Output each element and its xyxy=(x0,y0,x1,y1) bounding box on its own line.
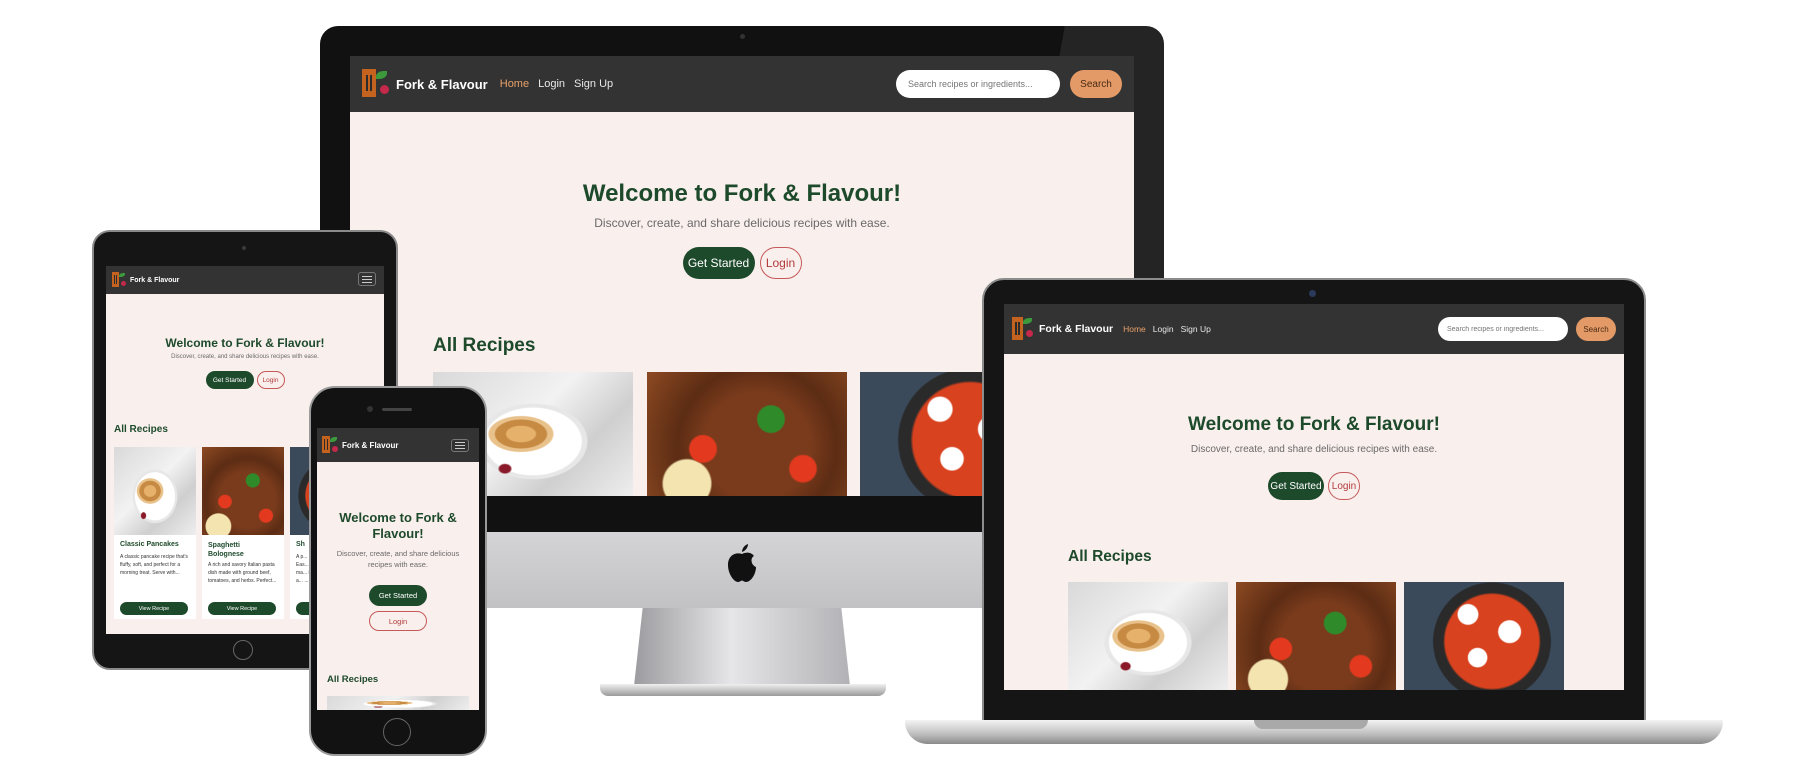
tablet-camera xyxy=(242,246,246,250)
nav-home-link[interactable]: Home xyxy=(500,78,529,90)
hero-login-button[interactable]: Login xyxy=(369,611,427,631)
get-started-button[interactable]: Get Started xyxy=(682,247,755,279)
navbar: Fork & Flavour Home Login Sign Up Search xyxy=(1004,304,1624,354)
nav-links: Home Login Sign Up xyxy=(500,78,613,90)
imac-base xyxy=(600,684,886,696)
hero-login-button[interactable]: Login xyxy=(256,371,285,389)
nav-login-link[interactable]: Login xyxy=(538,78,565,90)
recipe-description: A rich and savory Italian pasta dish mad… xyxy=(208,562,277,584)
recipe-image-bolognese[interactable] xyxy=(647,372,847,496)
get-started-button[interactable]: Get Started xyxy=(205,371,254,389)
phone-website: Fork & Flavour Welcome to Fork & Flavour… xyxy=(317,428,479,710)
hero-subtitle: Discover, create, and share delicious re… xyxy=(171,354,319,360)
apple-logo-icon xyxy=(728,544,756,582)
recipe-title: Spaghetti Bolognese xyxy=(208,542,244,558)
laptop-website: Fork & Flavour Home Login Sign Up Search… xyxy=(1004,304,1624,690)
imac-stand xyxy=(634,608,850,686)
recipe-description: A classic pancake recipe that's fluffy, … xyxy=(120,554,188,576)
brand-logo-icon[interactable] xyxy=(362,69,392,99)
tablet-home-button xyxy=(233,640,253,660)
hero-title: Welcome to Fork & Flavour! xyxy=(1188,414,1440,435)
get-started-button[interactable]: Get Started xyxy=(369,585,427,606)
hamburger-menu-icon[interactable] xyxy=(451,439,469,452)
view-recipe-button[interactable]: View Recipe xyxy=(120,602,188,615)
recipe-image-bolognese[interactable] xyxy=(202,447,284,535)
recipe-card: Spaghetti Bolognese A rich and savory It… xyxy=(202,447,284,619)
imac-camera xyxy=(740,34,745,39)
phone-home-button xyxy=(383,718,411,746)
hero-buttons: Get Started Login xyxy=(350,247,1134,279)
phone-camera xyxy=(367,406,373,412)
hero-subtitle: Discover, create, and share delicious re… xyxy=(336,549,460,569)
recipe-card: Classic Pancakes A classic pancake recip… xyxy=(114,447,196,619)
hero-title: Welcome to Fork & Flavour! xyxy=(339,510,457,541)
hero-subtitle: Discover, create, and share delicious re… xyxy=(1190,444,1438,455)
hamburger-menu-icon[interactable] xyxy=(358,272,376,286)
search-input[interactable] xyxy=(1438,317,1568,341)
recipe-title: Classic Pancakes xyxy=(120,541,179,548)
all-recipes-title: All Recipes xyxy=(327,674,379,685)
recipe-image-bolognese[interactable] xyxy=(1236,582,1396,690)
hero-title: Welcome to Fork & Flavour! xyxy=(582,180,902,207)
nav-links: Home Login Sign Up xyxy=(1123,324,1211,334)
hero-login-button[interactable]: Login xyxy=(759,247,802,279)
recipe-image-pancakes[interactable] xyxy=(1068,582,1228,690)
hero-subtitle: Discover, create, and share delicious re… xyxy=(594,216,890,230)
all-recipes-title: All Recipes xyxy=(114,424,168,435)
phone-speaker xyxy=(382,408,412,411)
hero-login-button[interactable]: Login xyxy=(1328,472,1360,500)
recipe-image-pancakes[interactable] xyxy=(114,447,196,535)
all-recipes-title: All Recipes xyxy=(1068,548,1152,565)
search-button[interactable]: Search xyxy=(1576,317,1616,341)
nav-login-link[interactable]: Login xyxy=(1153,324,1174,334)
brand-logo-icon[interactable] xyxy=(1012,317,1036,341)
hero-title: Welcome to Fork & Flavour! xyxy=(165,336,325,350)
search-input[interactable] xyxy=(896,70,1060,98)
tablet-navbar: Fork & Flavour xyxy=(106,266,384,294)
navbar: Fork & Flavour Home Login Sign Up Search xyxy=(350,56,1134,112)
all-recipes-title: All Recipes xyxy=(433,335,536,356)
nav-signup-link[interactable]: Sign Up xyxy=(574,78,613,90)
get-started-button[interactable]: Get Started xyxy=(1268,472,1324,500)
nav-signup-link[interactable]: Sign Up xyxy=(1181,324,1211,334)
brand-logo-icon[interactable] xyxy=(112,272,128,288)
laptop-opening-notch xyxy=(1254,720,1368,729)
recipe-image-shakshuka[interactable] xyxy=(1404,582,1564,690)
brand-name[interactable]: Fork & Flavour xyxy=(130,277,179,284)
search-button[interactable]: Search xyxy=(1070,70,1122,98)
nav-home-link[interactable]: Home xyxy=(1123,324,1146,334)
brand-name[interactable]: Fork & Flavour xyxy=(396,77,488,92)
hero-buttons: Get Started Login xyxy=(1004,472,1624,500)
recipe-image-pancakes[interactable] xyxy=(327,696,469,710)
brand-logo-icon[interactable] xyxy=(322,436,340,454)
brand-name[interactable]: Fork & Flavour xyxy=(1039,323,1113,335)
view-recipe-button[interactable]: View Recipe xyxy=(208,602,276,615)
brand-name[interactable]: Fork & Flavour xyxy=(342,441,398,450)
laptop-camera xyxy=(1309,290,1316,297)
